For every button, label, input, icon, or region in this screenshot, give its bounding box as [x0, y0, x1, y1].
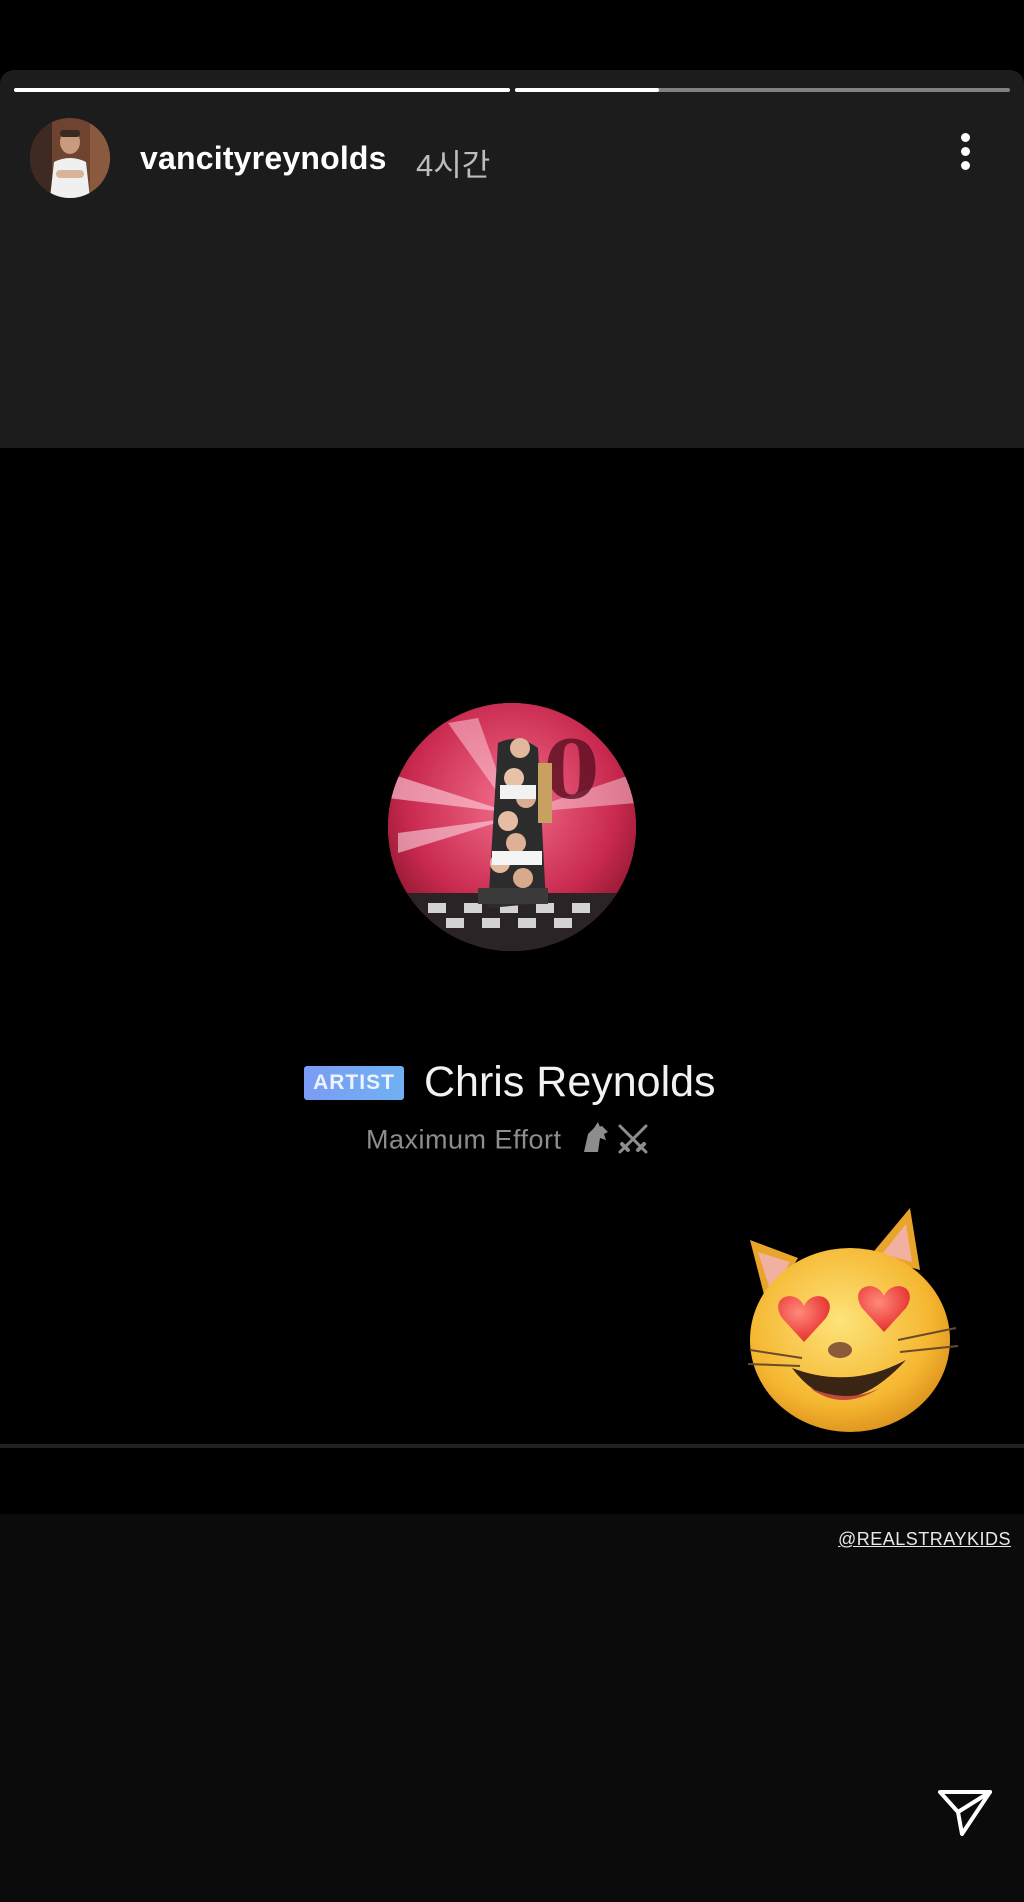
crossed-swords-icon [618, 1124, 648, 1154]
story-timestamp: 4시간 [416, 148, 491, 183]
media-divider [0, 1444, 1024, 1448]
more-options-icon[interactable] [950, 130, 980, 180]
artist-profile-picture: 10 [388, 703, 636, 951]
story-progress-segment-1 [14, 88, 510, 92]
send-icon[interactable] [936, 1786, 994, 1838]
artist-bio: Maximum Effort [366, 1122, 650, 1161]
artist-bio-text: Maximum Effort [366, 1124, 562, 1155]
story-viewer[interactable]: vancityreynolds 4시간 [0, 70, 1024, 1902]
story-username[interactable]: vancityreynolds [140, 140, 387, 177]
smiling-cat-heart-eyes-emoji[interactable] [730, 1200, 970, 1450]
horse-icon [583, 1122, 608, 1152]
artist-name: Chris Reynolds [424, 1058, 716, 1106]
story-progress-fill-2 [515, 88, 659, 92]
bio-icons [580, 1122, 650, 1161]
avatar[interactable] [30, 118, 110, 198]
story-progress-segment-2 [515, 88, 1010, 92]
story-progress-fill-1 [14, 88, 510, 92]
artist-badge: ARTIST [304, 1066, 404, 1100]
mention-sticker[interactable]: @REALSTRAYKIDS [838, 1529, 1011, 1550]
artist-name-row: ARTIST Chris Reynolds [0, 1058, 1024, 1116]
story-header: vancityreynolds 4시간 [0, 70, 1024, 448]
status-bar [0, 0, 1024, 70]
